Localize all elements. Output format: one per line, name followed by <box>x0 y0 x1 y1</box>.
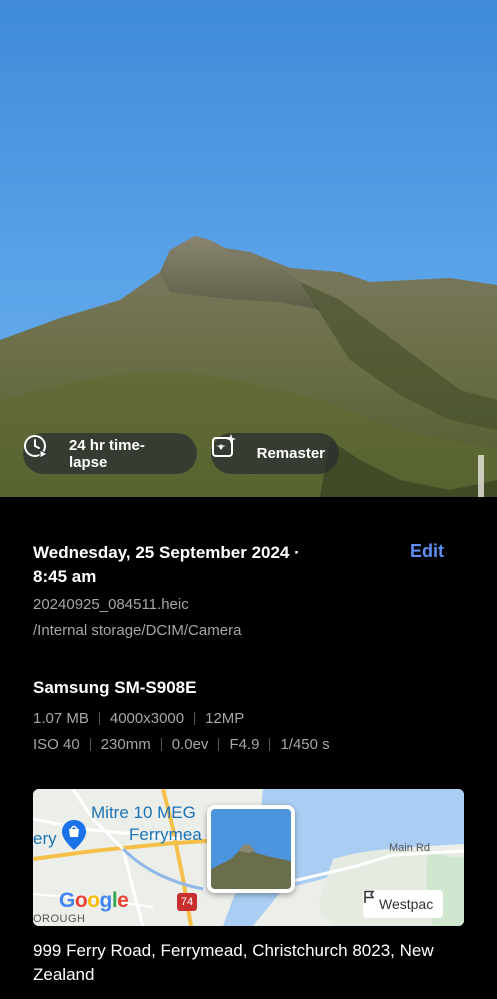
remaster-button[interactable]: Remaster <box>211 433 339 474</box>
divider <box>160 738 162 751</box>
photo-viewer[interactable]: 24 hr time-lapse Remaster <box>0 0 497 497</box>
clock-play-icon <box>24 435 61 467</box>
exposure: 0.0ev <box>171 736 209 753</box>
remaster-label: Remaster <box>256 445 325 462</box>
resolution: 4000x3000 <box>109 710 185 727</box>
file-path: /Internal storage/DCIM/Camera <box>33 622 242 639</box>
map-place-label: Mitre 10 MEG <box>91 803 196 822</box>
edit-button[interactable]: Edit <box>410 541 444 562</box>
google-letter-g2: g <box>99 889 113 912</box>
divider <box>218 738 220 751</box>
device-name: Samsung SM-S908E <box>33 678 197 697</box>
mountain-photo <box>0 236 497 497</box>
map-road-label: Main Rd <box>389 842 430 854</box>
date-time: Wednesday, 25 September 2024 · 8:45 am <box>33 541 353 589</box>
divider <box>194 712 196 725</box>
divider <box>98 712 100 725</box>
focal-length: 230mm <box>100 736 151 753</box>
divider <box>269 738 271 751</box>
google-letter-o2: o <box>87 889 100 912</box>
westpac-label: Westpac <box>379 896 434 912</box>
shutter-speed: 1/450 s <box>280 736 330 753</box>
iso: ISO 40 <box>33 736 80 753</box>
map-left-label: ery <box>33 829 57 848</box>
file-name: 20240925_084511.heic <box>33 596 189 613</box>
time-lapse-label: 24 hr time-lapse <box>68 436 145 471</box>
time-line: 8:45 am <box>33 567 97 586</box>
camera-settings: ISO 40 230mm 0.0ev F4.9 1/450 s <box>33 736 330 753</box>
photo-location-thumbnail <box>207 805 295 893</box>
map-place-label-2: Ferrymea <box>129 825 202 844</box>
megapixels: 12MP <box>205 710 245 727</box>
file-specs: 1.07 MB 4000x3000 12MP <box>33 710 244 727</box>
westpac-poi[interactable]: Westpac <box>363 890 444 918</box>
google-logo: Google <box>59 889 129 913</box>
shopping-pin-icon <box>61 819 87 851</box>
sparkle-image-icon <box>212 434 249 467</box>
file-size: 1.07 MB <box>33 710 89 727</box>
divider <box>89 738 91 751</box>
map-area-label: OROUGH <box>33 913 86 925</box>
time-lapse-button[interactable]: 24 hr time-lapse <box>23 433 197 474</box>
location-map[interactable]: Mitre 10 MEG Ferrymea ery Main Rd 74 ORO… <box>33 789 464 926</box>
photo-details-panel: Wednesday, 25 September 2024 · 8:45 am E… <box>0 497 497 999</box>
google-letter-e: e <box>117 889 129 912</box>
aperture: F4.9 <box>229 736 260 753</box>
google-letter-g: G <box>59 889 75 912</box>
route-shield: 74 <box>177 893 197 911</box>
google-letter-o1: o <box>74 889 88 912</box>
location-address: 999 Ferry Road, Ferrymead, Christchurch … <box>33 941 434 984</box>
date-line: Wednesday, 25 September 2024 · <box>33 543 300 562</box>
